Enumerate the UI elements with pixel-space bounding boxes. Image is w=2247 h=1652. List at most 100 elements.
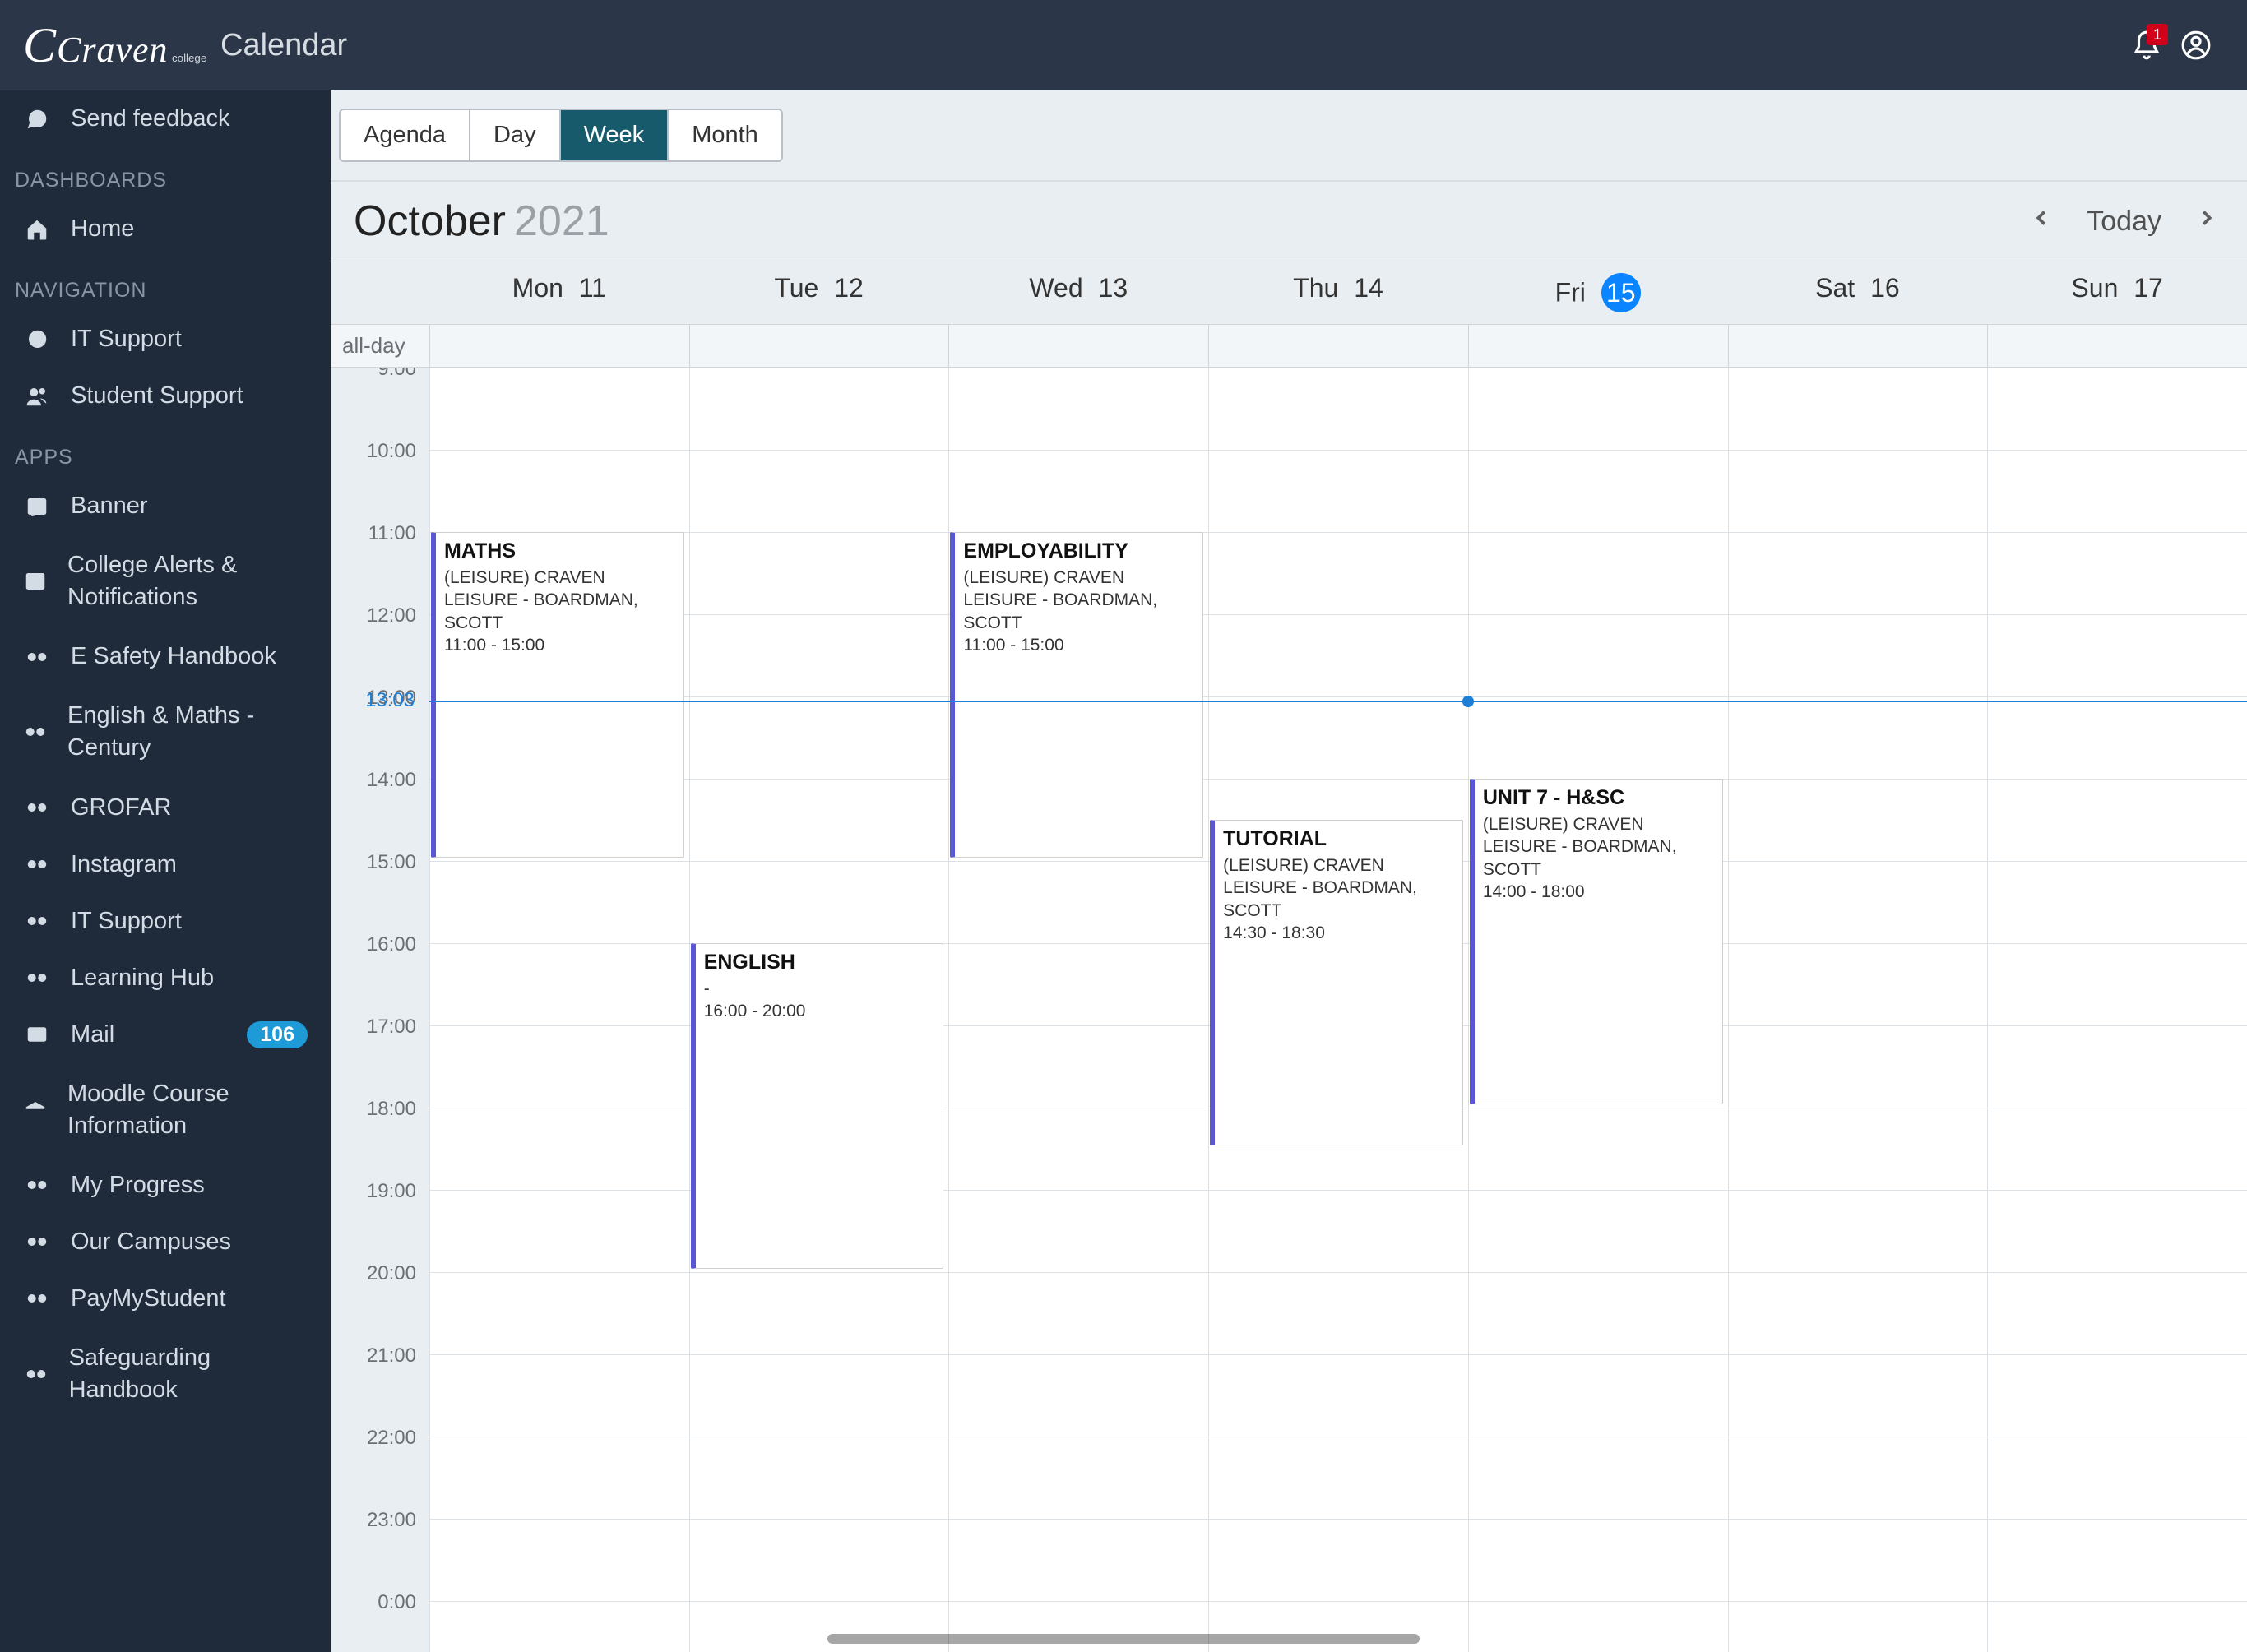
time-cell[interactable]: [948, 943, 1208, 1025]
time-cell[interactable]: [1208, 1437, 1468, 1519]
brand-logo[interactable]: CCraven college: [23, 17, 220, 74]
time-cell[interactable]: [1208, 1519, 1468, 1601]
time-cell[interactable]: [1468, 1437, 1728, 1519]
time-cell[interactable]: [429, 450, 689, 532]
time-cell[interactable]: [948, 368, 1208, 450]
time-cell[interactable]: [1728, 1354, 1988, 1437]
next-week-button[interactable]: [2189, 201, 2224, 243]
time-cell[interactable]: [1987, 1108, 2247, 1190]
day-header-4[interactable]: Fri 15: [1468, 261, 1728, 324]
time-cell[interactable]: [1728, 368, 1988, 450]
time-cell[interactable]: [429, 1190, 689, 1272]
time-cell[interactable]: [429, 368, 689, 450]
time-cell[interactable]: [1468, 1601, 1728, 1652]
time-cell[interactable]: [1987, 450, 2247, 532]
time-cell[interactable]: [948, 1437, 1208, 1519]
time-cell[interactable]: [1987, 943, 2247, 1025]
day-header-1[interactable]: Tue 12: [689, 261, 949, 324]
sidebar-item-nav-0[interactable]: IT Support: [0, 311, 331, 368]
sidebar-item-app-4[interactable]: GROFAR: [0, 780, 331, 836]
sidebar-item-app-8[interactable]: Mail 106: [0, 1006, 331, 1063]
time-cell[interactable]: [1208, 1354, 1468, 1437]
sidebar-item-app-5[interactable]: Instagram: [0, 836, 331, 893]
time-cell[interactable]: [1468, 1272, 1728, 1354]
notifications-button[interactable]: 1: [2122, 21, 2171, 70]
time-cell[interactable]: [948, 1354, 1208, 1437]
sidebar-item-app-11[interactable]: Our Campuses: [0, 1214, 331, 1270]
time-cell[interactable]: [429, 943, 689, 1025]
time-cell[interactable]: [1728, 779, 1988, 861]
time-cell[interactable]: [689, 368, 949, 450]
time-cell[interactable]: [429, 1025, 689, 1108]
time-cell[interactable]: [1987, 1601, 2247, 1652]
sidebar-item-app-12[interactable]: PayMyStudent: [0, 1270, 331, 1327]
time-cell[interactable]: [948, 1519, 1208, 1601]
time-cell[interactable]: [948, 1272, 1208, 1354]
time-cell[interactable]: [1728, 861, 1988, 943]
time-cell[interactable]: [1468, 368, 1728, 450]
time-cell[interactable]: [1728, 696, 1988, 779]
time-cell[interactable]: [1468, 1108, 1728, 1190]
time-cell[interactable]: [1987, 532, 2247, 614]
time-cell[interactable]: [1728, 1272, 1988, 1354]
time-cell[interactable]: [1468, 696, 1728, 779]
time-cell[interactable]: [948, 1190, 1208, 1272]
time-cell[interactable]: [1208, 450, 1468, 532]
all-day-cell[interactable]: [1208, 325, 1468, 367]
time-cell[interactable]: [948, 1601, 1208, 1652]
time-cell[interactable]: [429, 1272, 689, 1354]
time-cell[interactable]: [1208, 1272, 1468, 1354]
view-agenda[interactable]: Agenda: [341, 110, 470, 160]
time-cell[interactable]: [1728, 450, 1988, 532]
time-cell[interactable]: [1987, 779, 2247, 861]
all-day-cell[interactable]: [1728, 325, 1988, 367]
time-cell[interactable]: [1208, 1601, 1468, 1652]
sidebar-item-nav-1[interactable]: Student Support: [0, 368, 331, 424]
time-cell[interactable]: [948, 450, 1208, 532]
day-header-0[interactable]: Mon 11: [429, 261, 689, 324]
time-cell[interactable]: [1468, 614, 1728, 696]
time-cell[interactable]: [1208, 368, 1468, 450]
calendar-event[interactable]: ENGLISH - 16:00 - 20:00: [691, 943, 944, 1269]
time-cell[interactable]: [948, 1108, 1208, 1190]
sidebar-item-app-7[interactable]: Learning Hub: [0, 950, 331, 1006]
time-grid-scroll[interactable]: 9:0010:0011:0012:0013:0014:0015:0016:001…: [331, 368, 2247, 1652]
all-day-cell[interactable]: [948, 325, 1208, 367]
time-cell[interactable]: [1208, 614, 1468, 696]
time-cell[interactable]: [1208, 696, 1468, 779]
time-cell[interactable]: [1468, 532, 1728, 614]
day-header-2[interactable]: Wed 13: [948, 261, 1208, 324]
all-day-cell[interactable]: [689, 325, 949, 367]
time-cell[interactable]: [429, 1601, 689, 1652]
prev-week-button[interactable]: [2024, 201, 2059, 243]
time-cell[interactable]: [1208, 532, 1468, 614]
time-cell[interactable]: [429, 1354, 689, 1437]
sidebar-item-app-13[interactable]: Safeguarding Handbook: [0, 1327, 331, 1421]
time-cell[interactable]: [1987, 614, 2247, 696]
time-cell[interactable]: [429, 1437, 689, 1519]
day-header-6[interactable]: Sun 17: [1987, 261, 2247, 324]
time-cell[interactable]: [1728, 532, 1988, 614]
sidebar-item-dash-0[interactable]: Home: [0, 201, 331, 257]
time-cell[interactable]: [689, 1519, 949, 1601]
time-cell[interactable]: [1987, 368, 2247, 450]
view-week[interactable]: Week: [561, 110, 669, 160]
time-cell[interactable]: [689, 450, 949, 532]
time-cell[interactable]: [689, 1354, 949, 1437]
time-cell[interactable]: [1728, 614, 1988, 696]
time-cell[interactable]: [1987, 1437, 2247, 1519]
account-button[interactable]: [2171, 21, 2221, 70]
time-cell[interactable]: [1728, 943, 1988, 1025]
time-cell[interactable]: [689, 1272, 949, 1354]
sidebar-item-app-2[interactable]: E Safety Handbook: [0, 628, 331, 685]
time-cell[interactable]: [1468, 1190, 1728, 1272]
time-cell[interactable]: [1728, 1601, 1988, 1652]
time-cell[interactable]: [1468, 1354, 1728, 1437]
all-day-cell[interactable]: [429, 325, 689, 367]
all-day-cell[interactable]: [1987, 325, 2247, 367]
calendar-event[interactable]: UNIT 7 - H&SC (LEISURE) CRAVEN LEISURE -…: [1470, 779, 1723, 1104]
calendar-event[interactable]: EMPLOYABILITY (LEISURE) CRAVEN LEISURE -…: [950, 532, 1203, 858]
calendar-event[interactable]: TUTORIAL (LEISURE) CRAVEN LEISURE - BOAR…: [1210, 820, 1463, 1145]
view-day[interactable]: Day: [470, 110, 561, 160]
time-cell[interactable]: [689, 861, 949, 943]
